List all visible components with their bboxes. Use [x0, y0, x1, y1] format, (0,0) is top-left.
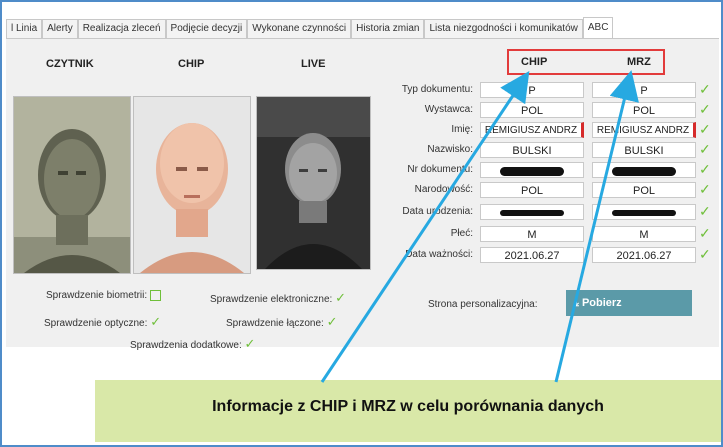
arrow-to-chip: [320, 71, 530, 383]
arrow-to-mrz: [554, 70, 639, 383]
callout-arrows: [320, 70, 639, 383]
